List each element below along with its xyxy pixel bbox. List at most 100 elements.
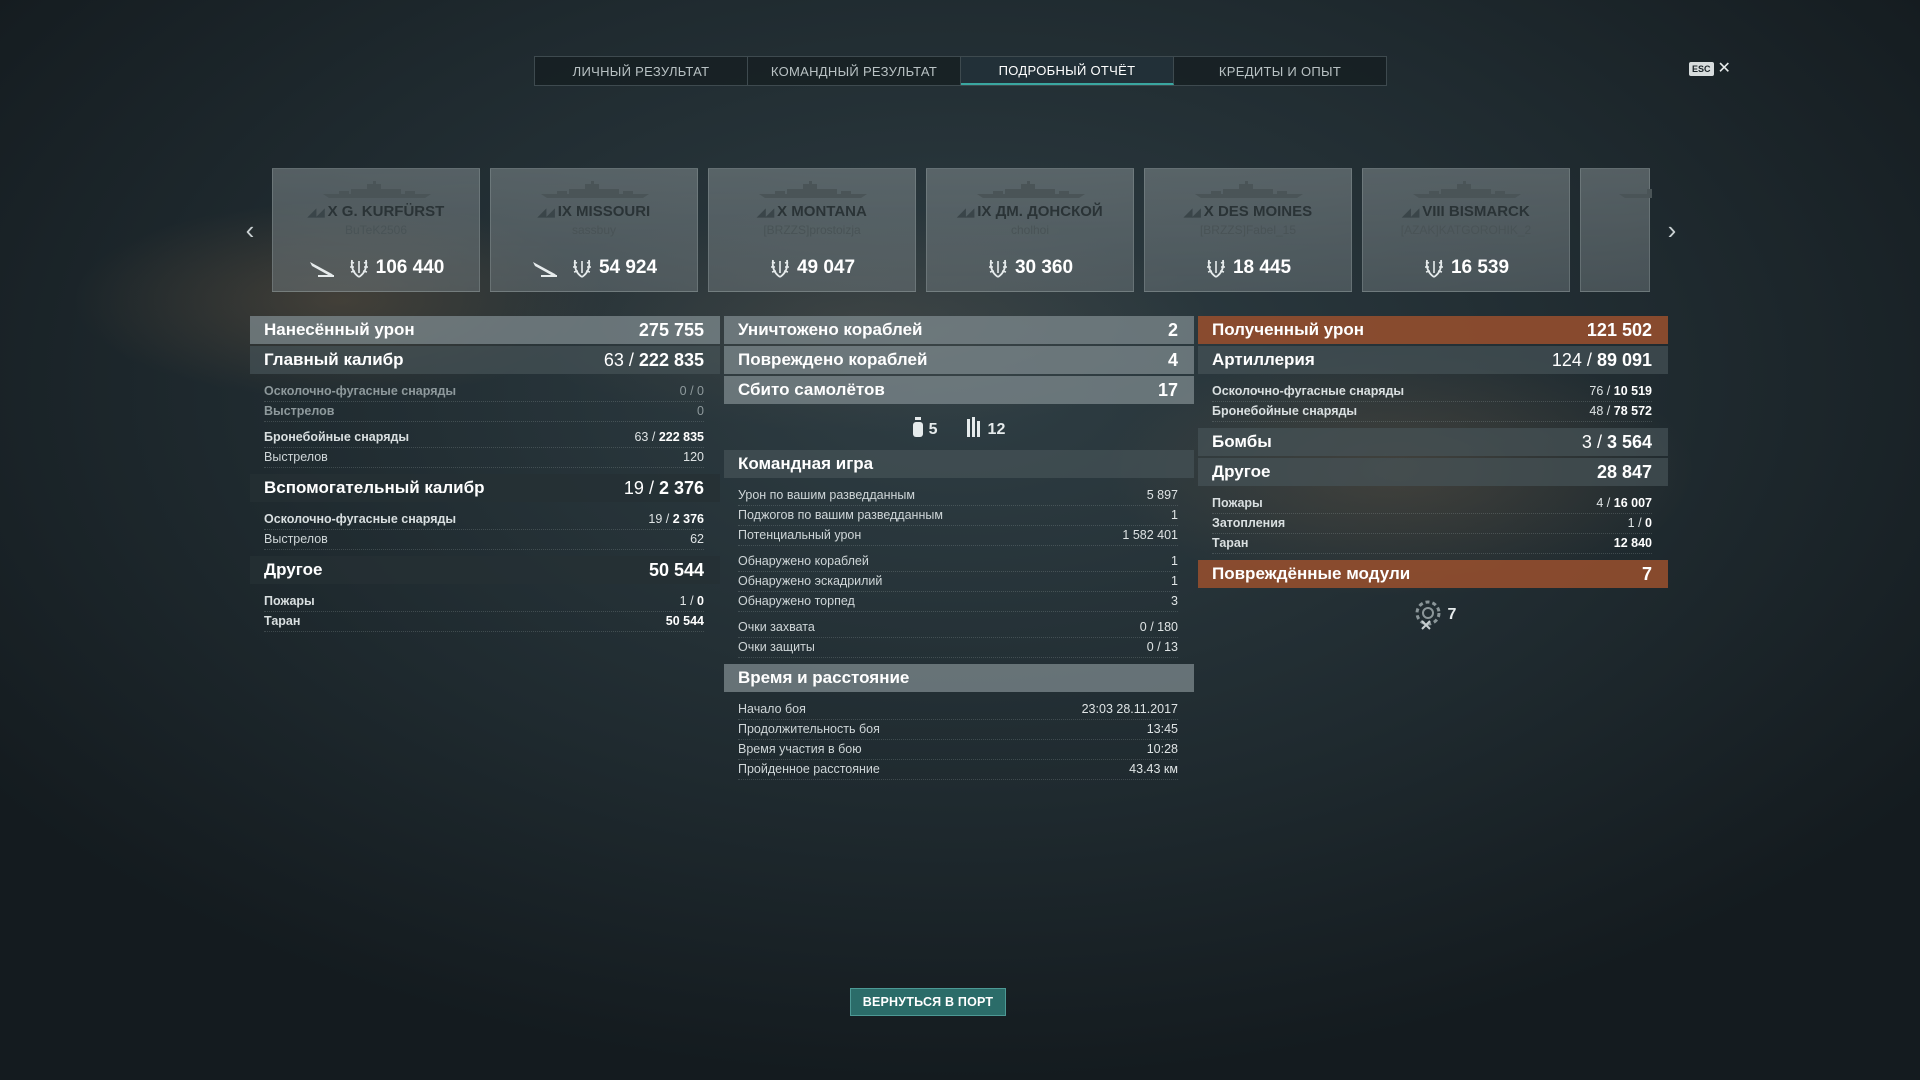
recv-ap-value: 48 / 78 572 — [1589, 401, 1652, 421]
tab-team-result[interactable]: КОМАНДНЫЙ РЕЗУЛЬТАТ — [748, 57, 961, 85]
ship-card[interactable]: ◢◢ IX ДМ. ДОНСКОЙ cholhoi 30 360 — [926, 168, 1134, 292]
recv-ram-damage: 12 840 — [1613, 536, 1652, 550]
player-name: cholhoi — [1010, 223, 1050, 237]
tab-personal-result[interactable]: ЛИЧНЫЙ РЕЗУЛЬТАТ — [535, 57, 748, 85]
recv-flood-label: Затопления — [1212, 516, 1286, 530]
ship-title: MONTANA — [791, 203, 867, 220]
team-play-title: Командная игра — [738, 454, 874, 473]
ram-value: 50 544 — [666, 611, 704, 631]
tab-credits-xp[interactable]: КРЕДИТЫ И ОПЫТ — [1174, 57, 1386, 85]
artillery-title: Артиллерия — [1212, 350, 1315, 369]
ship-card-partial[interactable] — [1580, 168, 1652, 292]
row-value: 0 / 13 — [1146, 640, 1178, 654]
table-row: Выстрелов 120 — [264, 448, 704, 468]
dealt-damage-header: Нанесённый урон 275 755 — [250, 316, 720, 344]
ship-card[interactable]: ◢◢ X MONTANA [BRZZS]prostoizja 49 047 — [708, 168, 916, 292]
row-label: Очки захвата — [738, 620, 815, 634]
esc-close-button[interactable]: ESC ✕ — [1689, 61, 1731, 77]
table-row: Очки защиты 0 / 13 — [738, 638, 1178, 658]
table-row: Осколочно-фугасные снаряды 19 / 2 376 — [264, 510, 704, 530]
ship-card[interactable]: ◢◢ VIII BISMARCK [AZAK]KATGOROHIK_2 16 539 — [1362, 168, 1570, 292]
broken-module-icon — [1415, 600, 1441, 630]
ship-tier: X — [327, 203, 338, 220]
recv-other-header: Другое 28 847 — [1198, 458, 1668, 486]
ship-name: ◢◢ IX MISSOURI — [491, 203, 697, 220]
ship-class-icon: ◢◢ — [537, 207, 555, 219]
fires-count: 1 / — [679, 594, 694, 608]
planes-shot-value: 17 — [1157, 379, 1178, 400]
planes-shot-header: Сбито самолётов 17 — [724, 376, 1194, 404]
main-battery-header: Главный калибр 63 / 222 835 — [250, 346, 720, 374]
table-row: Потенциальный урон 1 582 401 — [738, 526, 1178, 546]
ship-class-icon: ◢◢ — [307, 207, 325, 219]
table-row: Урон по вашим разведданным 5 897 — [738, 486, 1178, 506]
next-arrow-button[interactable]: › — [1662, 215, 1682, 245]
ship-title: BISMARCK — [1448, 203, 1530, 220]
he-shots-value: 0 — [697, 404, 704, 418]
destroyed-ships-header: Уничтожено кораблей 2 — [724, 316, 1194, 344]
row-label: Продолжительность боя — [738, 722, 880, 736]
recv-ap-damage: 78 572 — [1613, 404, 1652, 418]
recv-he-label: Осколочно-фугасные снаряды — [1212, 384, 1405, 398]
received-damage-total: 121 502 — [1586, 319, 1652, 340]
ap-shells-label: Бронебойные снаряды — [264, 430, 410, 444]
ship-title: ДМ. ДОНСКОЙ — [995, 203, 1103, 220]
damaged-ships-header: Повреждено кораблей 4 — [724, 346, 1194, 374]
ship-card[interactable]: ◢◢ IX MISSOURI sassbuy 54 924 — [490, 168, 698, 292]
table-row: Время участия в бою 10:28 — [738, 740, 1178, 760]
time-distance-header: Время и расстояние — [724, 664, 1194, 692]
ship-name: ◢◢ IX ДМ. ДОНСКОЙ — [927, 203, 1133, 220]
ship-tier: X — [1203, 203, 1214, 220]
dealt-other-rows: Пожары 1 / 0 Таран 50 544 — [250, 586, 720, 638]
table-row: Осколочно-фугасные снаряды 0 / 0 — [264, 382, 704, 402]
table-row: Таран 12 840 — [1212, 534, 1652, 554]
ship-name: ◢◢ X DES MOINES — [1145, 203, 1351, 220]
he-shots-label: Выстрелов — [264, 404, 335, 418]
recv-flood-value: 1 / 0 — [1628, 513, 1652, 533]
table-row: Таран 50 544 — [264, 612, 704, 632]
prev-arrow-button[interactable]: ‹ — [240, 215, 260, 245]
damage-laurel-icon — [988, 259, 1007, 278]
time-distance-title: Время и расстояние — [738, 668, 910, 687]
tab-detailed-report[interactable]: ПОДРОБНЫЙ ОТЧЁТ — [961, 57, 1174, 85]
artillery-damage: 89 091 — [1596, 349, 1652, 370]
artillery-rows: Осколочно-фугасные снаряды 76 / 10 519 Бр… — [1198, 376, 1668, 428]
damaged-modules-header: Повреждённые модули 7 — [1198, 560, 1668, 588]
table-row: Продолжительность боя 13:45 — [738, 720, 1178, 740]
secondary-battery-title: Вспомогательный калибр — [264, 478, 485, 497]
ship-card[interactable]: ◢◢ X DES MOINES [BRZZS]Fabel_15 18 445 — [1144, 168, 1352, 292]
dealt-other-value: 50 544 — [648, 559, 704, 580]
ram-damage: 50 544 — [665, 614, 704, 628]
middle-panel: Уничтожено кораблей 2 Повреждено корабле… — [724, 316, 1194, 786]
recv-flood-count: 1 / — [1627, 516, 1642, 530]
secondary-battery-header: Вспомогательный калибр 19 / 2 376 — [250, 474, 720, 502]
destroyed-ships-label: Уничтожено кораблей — [738, 320, 923, 339]
damaged-modules-count: 7 — [1447, 606, 1457, 623]
fires-label: Пожары — [264, 594, 315, 608]
he-shells-value: 0 / 0 — [679, 384, 704, 398]
received-damage-panel: Полученный урон 121 502 Артиллерия 124 /… — [1198, 316, 1668, 640]
damage-laurel-icon — [349, 259, 368, 278]
ship-damage: 49 047 — [709, 257, 915, 279]
damage-laurel-icon — [1206, 259, 1225, 278]
table-row: Пожары 4 / 16 007 — [1212, 494, 1652, 514]
main-battery-damage: 222 835 — [638, 349, 704, 370]
table-row: Выстрелов 62 — [264, 530, 704, 550]
bombs-value: 3 / 3 564 — [1582, 432, 1652, 453]
recv-fires-damage: 16 007 — [1613, 496, 1652, 510]
ship-damage: 16 539 — [1363, 257, 1569, 279]
ship-class-icon: ◢◢ — [1183, 207, 1201, 219]
ship-carousel: ◢◢ X G. KURFÜRST BuTeK2506 106 440 ◢◢ IX MISS… — [272, 168, 1652, 292]
recv-other-title: Другое — [1212, 462, 1271, 481]
ship-title: G. KURFÜRST — [341, 203, 445, 220]
ship-damage-value: 18 445 — [1232, 257, 1292, 278]
close-icon[interactable]: ✕ — [1718, 61, 1731, 77]
secondary-he-label: Осколочно-фугасные снаряды — [264, 512, 457, 526]
recv-fires-count: 4 / — [1596, 496, 1611, 510]
aa-guns-icon — [966, 417, 980, 437]
result-tabs: ЛИЧНЫЙ РЕЗУЛЬТАТ КОМАНДНЫЙ РЕЗУЛЬТАТ ПОД… — [534, 56, 1387, 86]
ship-damage-value: 16 539 — [1450, 257, 1510, 278]
return-to-port-button[interactable]: ВЕРНУТЬСЯ В ПОРТ — [850, 988, 1006, 1016]
fires-damage: 0 — [697, 594, 704, 608]
ship-card[interactable]: ◢◢ X G. KURFÜRST BuTeK2506 106 440 — [272, 168, 480, 292]
